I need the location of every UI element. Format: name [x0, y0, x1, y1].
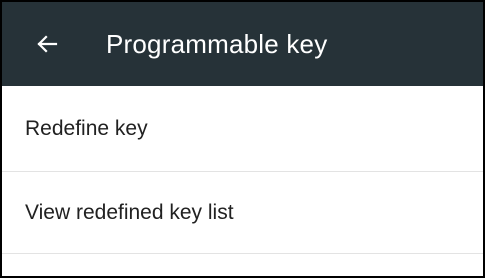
list-item-redefine-key[interactable]: Redefine key: [2, 86, 483, 172]
list-item-label: View redefined key list: [25, 200, 234, 224]
list-item-view-redefined-key-list[interactable]: View redefined key list: [2, 172, 483, 254]
screen: Programmable key Redefine key View redef…: [0, 0, 485, 278]
app-bar: Programmable key: [2, 2, 483, 86]
list-item-label: Redefine key: [25, 116, 148, 140]
back-button[interactable]: [28, 25, 66, 63]
settings-list: Redefine key View redefined key list: [2, 86, 483, 254]
page-title: Programmable key: [106, 28, 328, 59]
arrow-back-icon: [36, 33, 58, 55]
